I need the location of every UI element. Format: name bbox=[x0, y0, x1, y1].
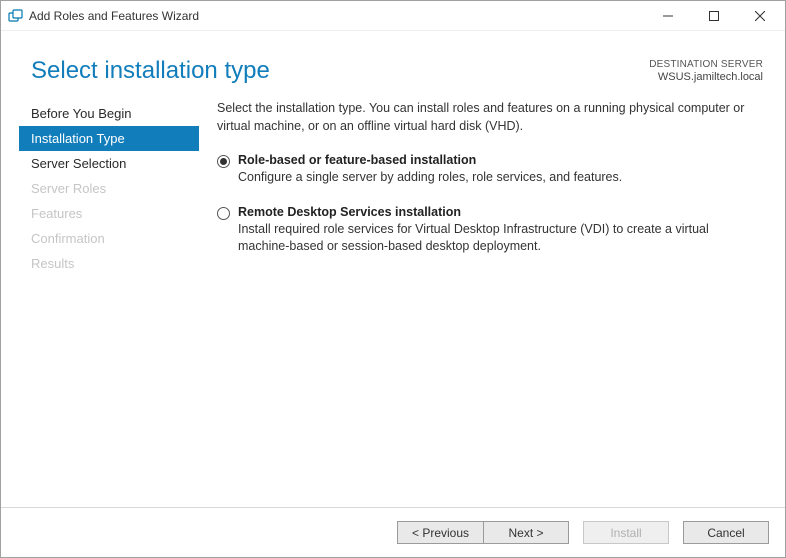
page-title: Select installation type bbox=[31, 57, 649, 85]
window-title: Add Roles and Features Wizard bbox=[29, 9, 645, 23]
radio-role-based[interactable] bbox=[217, 155, 230, 168]
sidebar-item-confirmation: Confirmation bbox=[19, 226, 199, 251]
sidebar-item-installation-type[interactable]: Installation Type bbox=[19, 126, 199, 151]
wizard-header: Select installation type DESTINATION SER… bbox=[1, 31, 785, 99]
install-button: Install bbox=[583, 521, 669, 544]
window-controls bbox=[645, 1, 783, 30]
previous-button[interactable]: < Previous bbox=[397, 521, 483, 544]
next-button[interactable]: Next > bbox=[483, 521, 569, 544]
radio-remote-desktop[interactable] bbox=[217, 207, 230, 220]
option-title: Role-based or feature-based installation bbox=[238, 153, 763, 167]
option-desc: Install required role services for Virtu… bbox=[238, 221, 763, 256]
option-role-based[interactable]: Role-based or feature-based installation… bbox=[217, 153, 763, 187]
sidebar-item-results: Results bbox=[19, 251, 199, 276]
sidebar-nav: Before You Begin Installation Type Serve… bbox=[19, 99, 199, 507]
destination-label: DESTINATION SERVER bbox=[649, 59, 763, 71]
option-text: Role-based or feature-based installation… bbox=[238, 153, 763, 187]
sidebar-item-features: Features bbox=[19, 201, 199, 226]
wizard-body: Select installation type DESTINATION SER… bbox=[1, 31, 785, 557]
destination-value: WSUS.jamiltech.local bbox=[649, 71, 763, 84]
wizard-main: Before You Begin Installation Type Serve… bbox=[1, 99, 785, 507]
sidebar-item-before-you-begin[interactable]: Before You Begin bbox=[19, 101, 199, 126]
wizard-footer: < Previous Next > Install Cancel bbox=[1, 507, 785, 557]
maximize-button[interactable] bbox=[691, 1, 737, 30]
cancel-button[interactable]: Cancel bbox=[683, 521, 769, 544]
option-text: Remote Desktop Services installation Ins… bbox=[238, 205, 763, 256]
close-button[interactable] bbox=[737, 1, 783, 30]
wizard-icon bbox=[7, 8, 23, 24]
destination-block: DESTINATION SERVER WSUS.jamiltech.local bbox=[649, 59, 763, 84]
titlebar: Add Roles and Features Wizard bbox=[1, 1, 785, 31]
nav-button-group: < Previous Next > bbox=[397, 521, 569, 544]
minimize-button[interactable] bbox=[645, 1, 691, 30]
option-desc: Configure a single server by adding role… bbox=[238, 169, 763, 187]
option-title: Remote Desktop Services installation bbox=[238, 205, 763, 219]
sidebar-item-server-roles: Server Roles bbox=[19, 176, 199, 201]
option-remote-desktop[interactable]: Remote Desktop Services installation Ins… bbox=[217, 205, 763, 256]
content-panel: Select the installation type. You can in… bbox=[199, 99, 785, 507]
sidebar-item-server-selection[interactable]: Server Selection bbox=[19, 151, 199, 176]
intro-text: Select the installation type. You can in… bbox=[217, 99, 763, 135]
